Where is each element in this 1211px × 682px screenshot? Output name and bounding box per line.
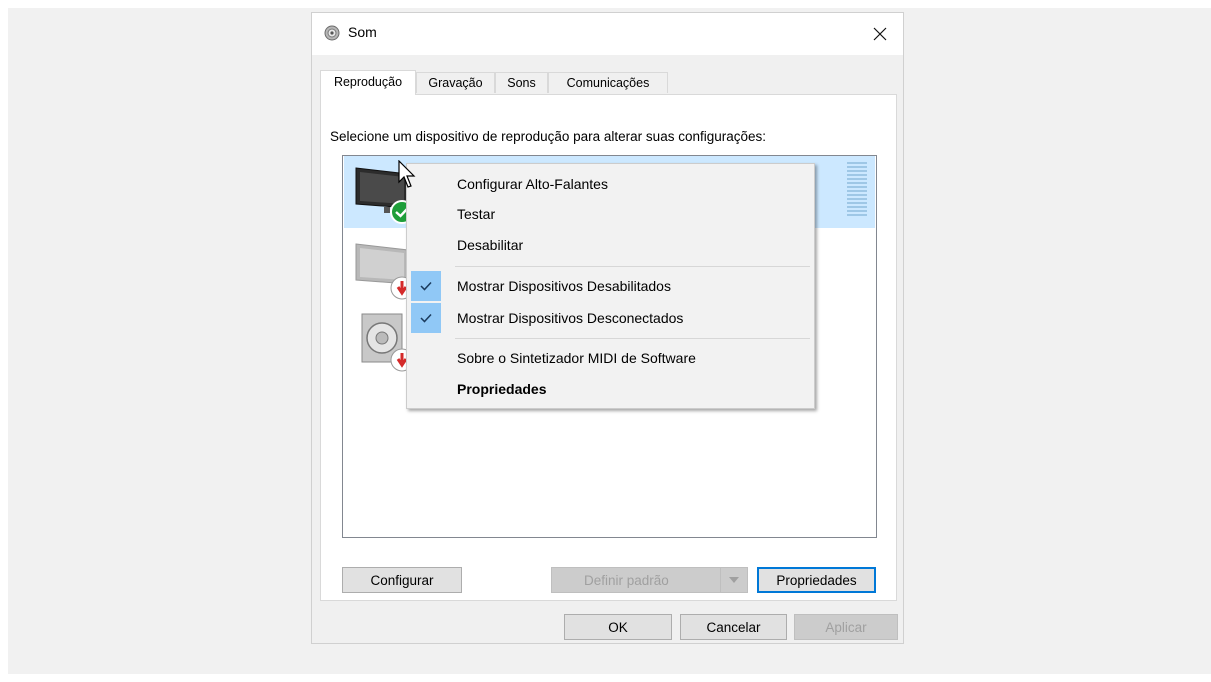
close-button[interactable] [857,13,903,55]
menu-item-label: Desabilitar [457,237,524,253]
set-default-dropdown[interactable] [720,568,747,592]
menu-item-label: Testar [457,206,496,222]
apply-button[interactable]: Aplicar [794,614,898,640]
close-icon [873,27,887,41]
configure-button[interactable]: Configurar [342,567,462,593]
set-default-label: Definir padrão [584,572,669,588]
menu-item-label: Mostrar Dispositivos Desabilitados [457,278,671,294]
menu-item-configure-speakers[interactable]: Configurar Alto-Falantes [409,169,812,199]
set-default-button[interactable]: Definir padrão [551,567,748,593]
mouse-cursor-icon [398,160,416,188]
menu-separator [455,266,810,267]
menu-item-label: Configurar Alto-Falantes [457,176,608,192]
tab-gravacao[interactable]: Gravação [416,72,495,93]
cancel-button[interactable]: Cancelar [680,614,787,640]
checkmark-icon [411,271,441,301]
menu-item-label: Mostrar Dispositivos Desconectados [457,310,684,326]
menu-item-show-disconnected[interactable]: Mostrar Dispositivos Desconectados [409,303,812,333]
menu-item-properties[interactable]: Propriedades [409,374,812,404]
window-title: Som [348,24,377,40]
speaker-icon [324,25,340,41]
menu-item-disable[interactable]: Desabilitar [409,230,812,260]
menu-item-about-midi[interactable]: Sobre o Sintetizador MIDI de Software [409,343,812,373]
title-bar[interactable]: Som [312,13,903,55]
tab-reproducao[interactable]: Reprodução [320,70,416,95]
device-context-menu: Configurar Alto-Falantes Testar Desabili… [406,163,815,409]
menu-item-show-disabled[interactable]: Mostrar Dispositivos Desabilitados [409,271,812,301]
instruction-text: Selecione um dispositivo de reprodução p… [330,129,767,144]
volume-meter [847,162,867,220]
menu-item-test[interactable]: Testar [409,199,812,229]
ok-button[interactable]: OK [564,614,672,640]
tab-sons[interactable]: Sons [495,72,548,93]
menu-item-label: Propriedades [457,381,547,397]
tab-comunicacoes[interactable]: Comunicações [548,72,668,93]
properties-button[interactable]: Propriedades [757,567,876,593]
menu-item-label: Sobre o Sintetizador MIDI de Software [457,350,696,366]
chevron-down-icon [729,577,739,583]
menu-separator [455,338,810,339]
checkmark-icon [411,303,441,333]
